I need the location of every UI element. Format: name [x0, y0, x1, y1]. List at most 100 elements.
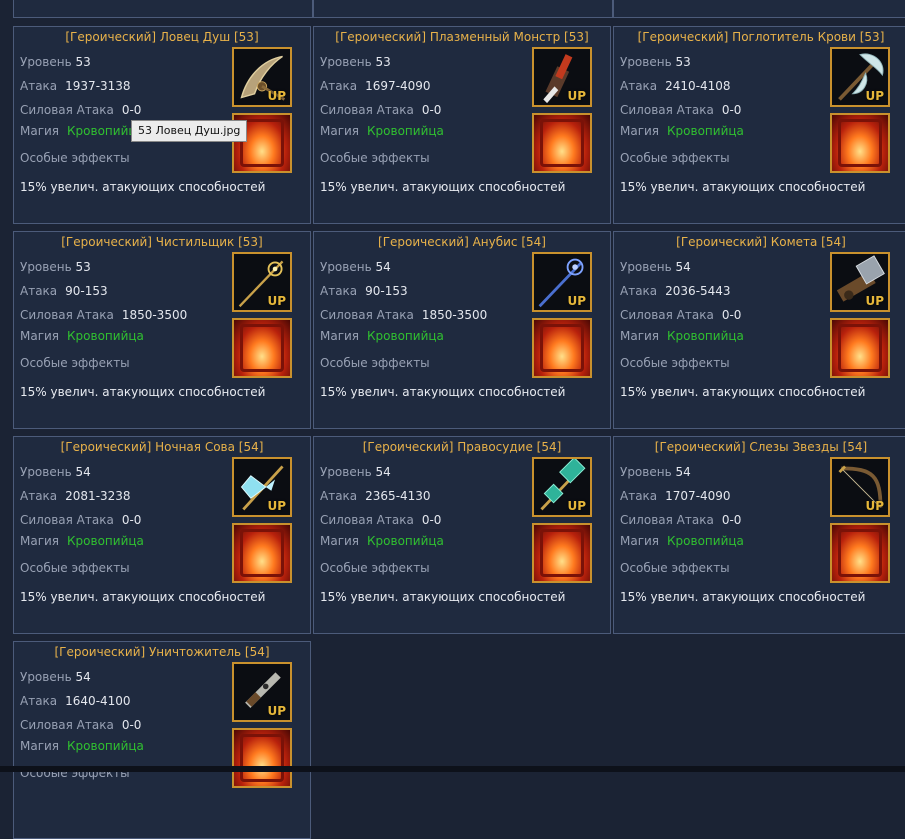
attack-value: 2036-5443 — [665, 284, 731, 298]
special-effects-row: Особые эффекты — [620, 151, 730, 165]
item-title[interactable]: [Героический] Плазменный Монстр [53] — [314, 27, 610, 47]
magic-row: Магия Кровопийца — [620, 329, 744, 343]
special-effects-label: Особые эффекты — [20, 561, 130, 575]
item-card[interactable]: [Героический] Поглотитель Крови [53] Уров… — [613, 26, 905, 224]
magic-value[interactable]: Кровопийца — [367, 534, 444, 548]
level-row: Уровень 53 — [620, 55, 691, 69]
level-value: 54 — [375, 465, 391, 479]
level-value: 54 — [375, 260, 391, 274]
item-card[interactable]: [Героический] Правосудие [54] Уровень 54 А… — [313, 436, 611, 634]
effect-text: 15% увелич. атакующих способностей — [20, 385, 266, 399]
power-attack-label: Силовая Атака — [620, 513, 714, 527]
effect-text: 15% увелич. атакующих способностей — [320, 590, 566, 604]
blood-card-icon[interactable] — [232, 523, 292, 583]
item-card[interactable]: [Героический] Плазменный Монстр [53] Уров… — [313, 26, 611, 224]
item-card[interactable]: [Героический] Слезы Звезды [54] Уровень 5… — [613, 436, 905, 634]
magic-value[interactable]: Кровопийца — [667, 534, 744, 548]
attack-row: Атака 90-153 — [20, 284, 108, 298]
blood-card-icon[interactable] — [830, 318, 890, 378]
magic-label: Магия — [320, 329, 360, 343]
level-value: 53 — [675, 55, 691, 69]
item-title[interactable]: [Героический] Уничтожитель [54] — [14, 642, 310, 662]
item-title[interactable]: [Героический] Чистильщик [53] — [14, 232, 310, 252]
special-effects-row: Особые эффекты — [320, 561, 430, 575]
magic-value[interactable]: Кровопийца — [67, 329, 144, 343]
power-attack-value: 0-0 — [721, 308, 742, 322]
attack-label: Атака — [20, 284, 58, 298]
effect-text: 15% увелич. атакующих способностей — [320, 180, 566, 194]
magic-value[interactable]: Кровопийца — [667, 124, 744, 138]
level-value: 54 — [75, 465, 91, 479]
blood-card-icon[interactable] — [232, 318, 292, 378]
attack-label: Атака — [320, 489, 358, 503]
jade-hammer-icon[interactable]: UP — [532, 457, 592, 517]
magic-value[interactable]: Кровопийца — [367, 124, 444, 138]
item-title[interactable]: [Героический] Ночная Сова [54] — [14, 437, 310, 457]
up-badge: UP — [267, 704, 286, 718]
blood-card-icon[interactable] — [532, 523, 592, 583]
magic-value[interactable]: Кровопийца — [367, 329, 444, 343]
item-card[interactable]: [Героический] Уничтожитель [54] Уровень 5… — [13, 641, 311, 839]
plasma-gun-icon[interactable]: UP — [532, 47, 592, 107]
item-card[interactable]: [Героический] Ночная Сова [54] Уровень 54… — [13, 436, 311, 634]
blood-card-icon[interactable] — [532, 113, 592, 173]
level-row: Уровень 54 — [320, 260, 391, 274]
staff-icon[interactable]: UP — [232, 252, 292, 312]
attack-value: 2410-4108 — [665, 79, 731, 93]
blood-card-icon[interactable] — [532, 318, 592, 378]
magic-value[interactable]: Кровопийца — [67, 739, 144, 753]
level-value: 54 — [675, 465, 691, 479]
item-card[interactable]: [Героический] Комета [54] Уровень 54 Атака… — [613, 231, 905, 429]
level-row: Уровень 54 — [320, 465, 391, 479]
attack-label: Атака — [20, 79, 58, 93]
rifle-icon[interactable]: UP — [232, 662, 292, 722]
level-label: Уровень — [20, 260, 72, 274]
special-effects-row: Особые эффекты — [320, 356, 430, 370]
power-attack-label: Силовая Атака — [620, 103, 714, 117]
level-label: Уровень — [320, 55, 372, 69]
blood-card-icon[interactable] — [232, 728, 292, 788]
ice-axe-icon[interactable]: UP — [232, 457, 292, 517]
magic-value[interactable]: Кровопийца — [67, 534, 144, 548]
effect-text: 15% увелич. атакующих способностей — [620, 385, 866, 399]
level-label: Уровень — [620, 465, 672, 479]
crescent-blade-icon[interactable]: UP — [232, 47, 292, 107]
power-attack-row: Силовая Атака 0-0 — [620, 103, 741, 117]
item-card[interactable]: [Героический] Анубис [54] Уровень 54 Атака… — [313, 231, 611, 429]
up-badge: UP — [865, 294, 884, 308]
bottom-scrollbar[interactable] — [0, 766, 905, 772]
level-row: Уровень 53 — [20, 260, 91, 274]
special-effects-label: Особые эффекты — [620, 561, 730, 575]
up-badge: UP — [567, 89, 586, 103]
item-title[interactable]: [Героический] Анубис [54] — [314, 232, 610, 252]
card-stub — [313, 0, 613, 18]
up-badge: UP — [267, 499, 286, 513]
power-attack-label: Силовая Атака — [20, 718, 114, 732]
attack-value: 1697-4090 — [365, 79, 431, 93]
item-title[interactable]: [Героический] Поглотитель Крови [53] — [614, 27, 905, 47]
magic-label: Магия — [620, 534, 660, 548]
power-attack-row: Силовая Атака 0-0 — [320, 513, 441, 527]
effect-text: 15% увелич. атакующих способностей — [20, 180, 266, 194]
power-attack-row: Силовая Атака 0-0 — [20, 513, 141, 527]
heavy-cannon-icon[interactable]: UP — [830, 252, 890, 312]
item-title[interactable]: [Героический] Правосудие [54] — [314, 437, 610, 457]
power-attack-label: Силовая Атака — [320, 513, 414, 527]
blood-card-icon[interactable] — [830, 113, 890, 173]
item-title[interactable]: [Героический] Слезы Звезды [54] — [614, 437, 905, 457]
item-title[interactable]: [Героический] Ловец Душ [53] — [14, 27, 310, 47]
special-effects-row: Особые эффекты — [620, 561, 730, 575]
battle-axe-icon[interactable]: UP — [830, 47, 890, 107]
power-attack-value: 0-0 — [121, 718, 142, 732]
magic-value[interactable]: Кровопийца — [667, 329, 744, 343]
magic-label: Магия — [620, 124, 660, 138]
blood-card-icon[interactable] — [830, 523, 890, 583]
special-effects-row: Особые эффекты — [20, 356, 130, 370]
item-card[interactable]: [Героический] Чистильщик [53] Уровень 53 А… — [13, 231, 311, 429]
attack-row: Атака 1937-3138 — [20, 79, 131, 93]
blue-staff-icon[interactable]: UP — [532, 252, 592, 312]
up-badge: UP — [267, 294, 286, 308]
special-effects-row: Особые эффекты — [20, 561, 130, 575]
bow-icon[interactable]: UP — [830, 457, 890, 517]
item-title[interactable]: [Героический] Комета [54] — [614, 232, 905, 252]
